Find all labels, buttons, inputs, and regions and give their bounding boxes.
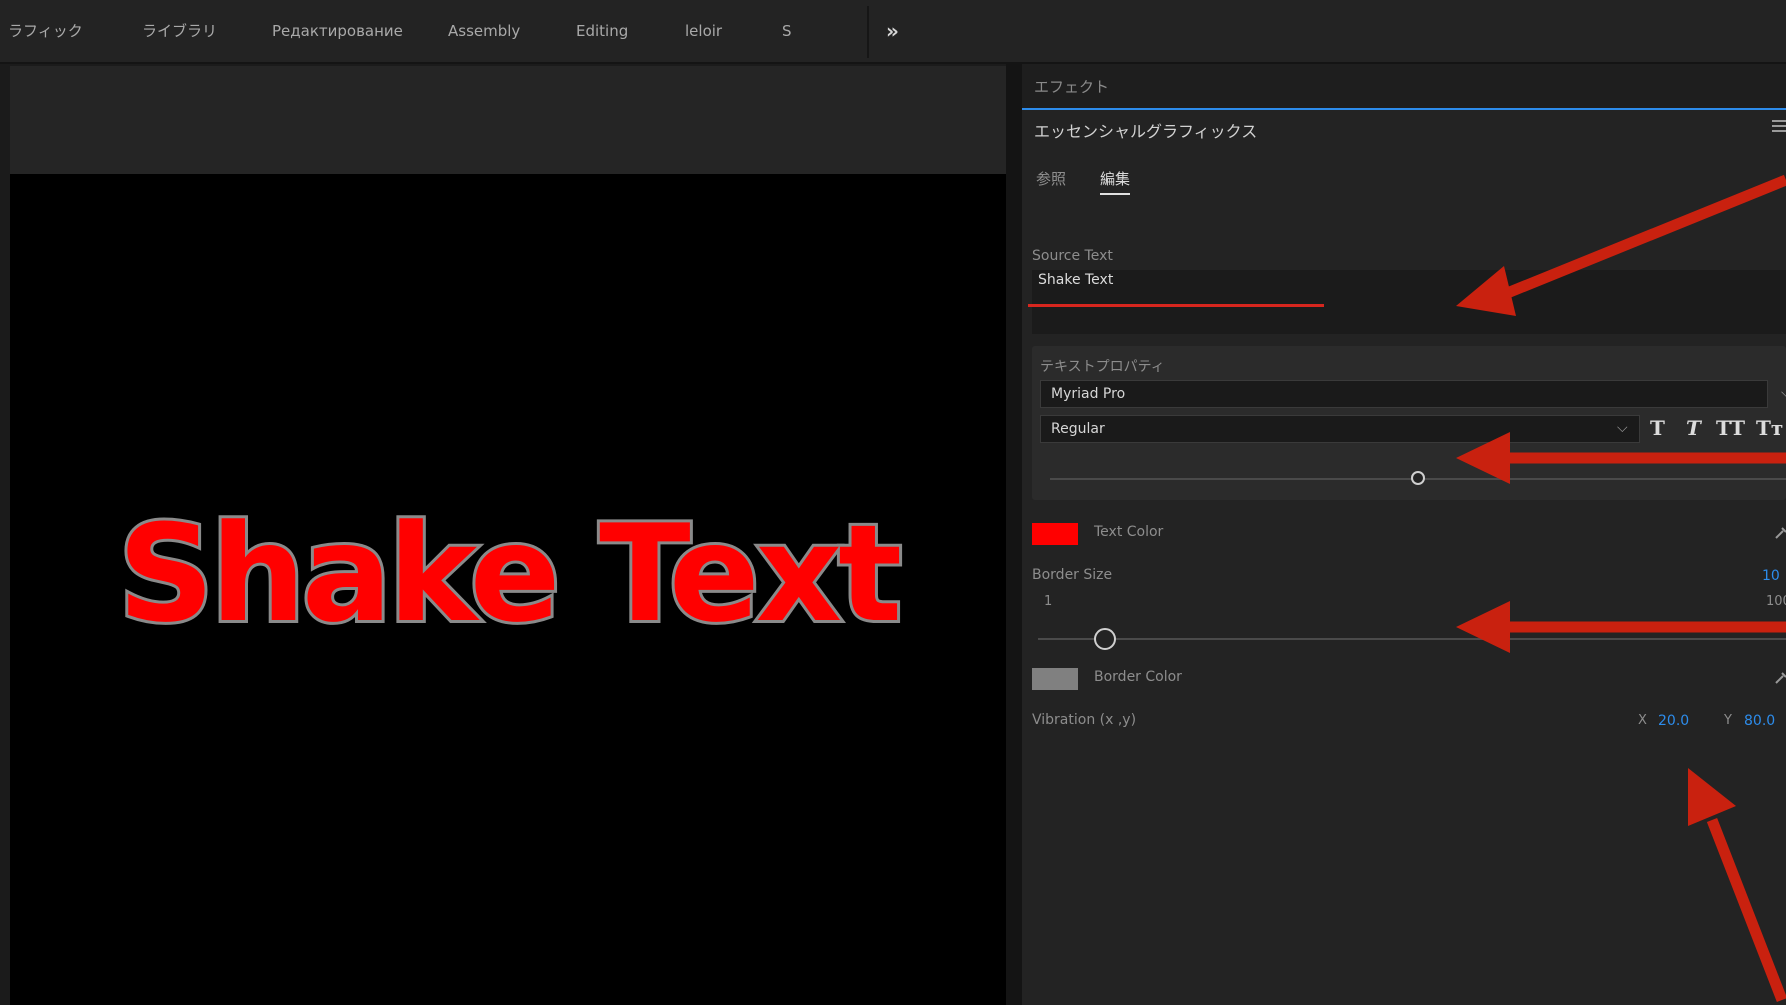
text-properties-label: テキストプロパティ [1040,359,1165,375]
text-color-swatch[interactable] [1032,523,1078,545]
border-size-slider-knob[interactable] [1094,628,1117,650]
chevron-down-icon: ⌵ [1781,385,1786,401]
tab-edit[interactable]: 編集 [1100,168,1131,195]
border-size-min: 1 [1044,594,1053,609]
faux-bold-button[interactable]: T [1650,416,1665,440]
panel-menu-icon[interactable] [1772,120,1786,134]
vibration-y-label: Y [1724,713,1732,728]
vibration-x-value[interactable]: 20.0 [1658,713,1689,729]
border-color-label: Border Color [1094,669,1182,685]
source-text-underline [1028,304,1324,307]
small-caps-button[interactable]: Tт [1756,416,1783,440]
premiere-window: ラフィック ライブラリ Редактирование Assembly Edit… [0,0,1786,1005]
preview-title-text[interactable]: Shake Text [10,493,1006,655]
faux-italic-button[interactable]: T [1686,416,1701,440]
font-style-value: Regular [1051,421,1105,437]
font-size-slider-knob[interactable] [1411,471,1425,485]
text-color-label: Text Color [1094,524,1164,540]
all-caps-button[interactable]: TT [1716,416,1745,440]
chevron-down-icon: ⌵ [1617,420,1628,436]
eyedropper-icon[interactable] [1774,524,1786,540]
border-size-label: Border Size [1032,567,1113,583]
tab-browse[interactable]: 参照 [1036,168,1066,189]
border-size-value[interactable]: 10 [1762,568,1780,584]
source-text-label: Source Text [1032,248,1113,264]
eyedropper-icon[interactable] [1774,669,1786,685]
border-size-slider-track[interactable] [1038,638,1786,640]
vibration-label: Vibration (x ,y) [1032,712,1137,728]
border-size-max: 100 [1766,594,1786,609]
font-family-value: Myriad Pro [1051,386,1126,402]
panel-splitter[interactable] [1006,64,1022,1005]
font-style-select[interactable]: Regular ⌵ [1040,415,1640,443]
effects-tab[interactable]: エフェクト [1034,76,1109,97]
font-family-select[interactable]: Myriad Pro ⌵ [1040,380,1786,408]
effects-tab-bar: エフェクト [1022,64,1786,110]
vibration-y-value[interactable]: 80.0 [1744,713,1775,729]
preview-text-layer: Shake Text [10,0,1006,1005]
source-text-field[interactable]: Shake Text [1032,270,1786,334]
panel-title: エッセンシャルグラフィックス [1034,122,1258,141]
source-text-value[interactable]: Shake Text [1038,272,1113,288]
vibration-x-label: X [1638,713,1647,728]
border-color-swatch[interactable] [1032,668,1078,690]
essential-graphics-panel: エフェクト エッセンシャルグラフィックス 参照 編集 Source Text S… [1022,64,1786,1005]
